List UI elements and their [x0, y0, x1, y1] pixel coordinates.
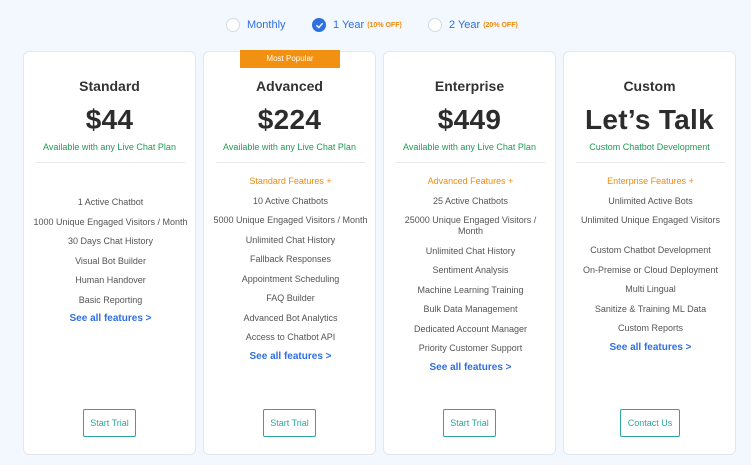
feature-item: Access to Chatbot API	[245, 332, 336, 342]
plan-availability: Available with any Live Chat Plan	[43, 142, 176, 152]
feature-item: Basic Reporting	[78, 294, 143, 305]
plan-card-advanced: Most Popular Advanced $224 Available wit…	[203, 50, 376, 455]
plan-name: Custom	[623, 78, 676, 94]
start-trial-button[interactable]: Start Trial	[443, 409, 496, 437]
feature-item: Bulk Data Management	[423, 304, 518, 314]
billing-option-1-year[interactable]: 1 Year (10% OFF)	[312, 14, 402, 36]
billing-discount: (20% OFF)	[483, 21, 518, 29]
billing-discount: (10% OFF)	[367, 21, 402, 29]
tier-heading: Enterprise Features +	[607, 176, 694, 186]
plan-name: Advanced	[256, 78, 323, 94]
feature-list: Advanced Features + 25 Active Chatbots 2…	[392, 176, 549, 381]
divider	[396, 162, 545, 163]
feature-item: Unlimited Unique Engaged Visitors	[581, 215, 720, 225]
divider	[36, 162, 185, 163]
plan-price: $449	[437, 104, 502, 135]
feature-item: 25 Active Chatbots	[432, 195, 509, 206]
tier-heading: Advanced Features +	[427, 176, 514, 186]
radio-monthly[interactable]	[226, 18, 240, 32]
plan-availability: Available with any Live Chat Plan	[223, 142, 356, 152]
feature-item: 5000 Unique Engaged Visitors / Month	[213, 215, 368, 225]
feature-item: Sentiment Analysis	[432, 265, 509, 275]
start-trial-button[interactable]: Start Trial	[263, 409, 316, 437]
feature-item: On-Premise or Cloud Deployment	[582, 264, 719, 275]
plan-availability: Available with any Live Chat Plan	[403, 142, 536, 152]
feature-item: Custom Reports	[617, 323, 684, 333]
feature-item: Sanitize & Training ML Data	[594, 303, 707, 314]
plan-name: Enterprise	[434, 78, 505, 94]
feature-item: 1000 Unique Engaged Visitors / Month	[33, 216, 188, 227]
plan-name: Standard	[79, 78, 140, 94]
plan-card-custom: Custom Let’s Talk Custom Chatbot Develop…	[563, 51, 736, 455]
plan-card-enterprise: Enterprise $449 Available with any Live …	[383, 51, 556, 455]
see-all-features-link[interactable]: See all features >	[392, 362, 549, 373]
feature-item: 25000 Unique Engaged Visitors / Month	[404, 215, 537, 236]
feature-item: 1 Active Chatbot	[77, 197, 144, 207]
divider	[216, 162, 365, 163]
feature-item: Unlimited Chat History	[245, 234, 336, 245]
feature-item: Priority Customer Support	[418, 343, 523, 353]
divider	[576, 162, 725, 163]
feature-item: Dedicated Account Manager	[413, 323, 528, 334]
billing-option-label: 2 Year	[449, 19, 481, 31]
billing-option-label: 1 Year	[333, 19, 365, 31]
billing-period-selector: Monthly 1 Year (10% OFF) 2 Year (20% OFF…	[0, 14, 751, 36]
feature-list: Standard Features + 10 Active Chatbots 5…	[212, 176, 369, 370]
checkmark-icon	[315, 22, 323, 28]
feature-item: 30 Days Chat History	[67, 236, 154, 246]
billing-option-monthly[interactable]: Monthly	[226, 14, 286, 36]
plan-price: $224	[257, 104, 322, 135]
radio-2-year[interactable]	[428, 18, 442, 32]
see-all-features-link[interactable]: See all features >	[32, 313, 189, 324]
feature-item: Unlimited Chat History	[425, 245, 516, 256]
plan-price: Let’s Talk	[584, 104, 715, 135]
plan-price: $44	[85, 104, 134, 135]
feature-item: Advanced Bot Analytics	[243, 312, 338, 323]
radio-1-year[interactable]	[312, 18, 326, 32]
feature-item: Custom Chatbot Development	[590, 245, 711, 255]
feature-item: Unlimited Active Bots	[608, 195, 693, 206]
feature-item: Appointment Scheduling	[241, 273, 340, 284]
feature-item: Visual Bot Builder	[75, 255, 146, 266]
see-all-features-link[interactable]: See all features >	[572, 342, 729, 353]
start-trial-button[interactable]: Start Trial	[83, 409, 136, 437]
billing-option-2-year[interactable]: 2 Year (20% OFF)	[428, 14, 518, 36]
feature-item: FAQ Builder	[266, 293, 315, 303]
feature-item: Machine Learning Training	[417, 284, 524, 295]
tier-heading: Standard Features +	[249, 176, 332, 186]
billing-option-label: Monthly	[247, 19, 286, 31]
plan-card-standard: Standard $44 Available with any Live Cha…	[23, 51, 196, 455]
feature-list: Enterprise Features + Unlimited Active B…	[572, 176, 729, 361]
feature-item: Fallback Responses	[249, 254, 332, 264]
contact-us-button[interactable]: Contact Us	[620, 409, 680, 437]
feature-item: Human Handover	[75, 275, 146, 285]
feature-list: 1 Active Chatbot 1000 Unique Engaged Vis…	[32, 197, 189, 333]
see-all-features-link[interactable]: See all features >	[212, 351, 369, 362]
feature-item: 10 Active Chatbots	[252, 195, 329, 206]
most-popular-badge: Most Popular	[240, 50, 340, 68]
feature-item: Multi Lingual	[625, 284, 676, 294]
plan-availability: Custom Chatbot Development	[589, 142, 710, 152]
